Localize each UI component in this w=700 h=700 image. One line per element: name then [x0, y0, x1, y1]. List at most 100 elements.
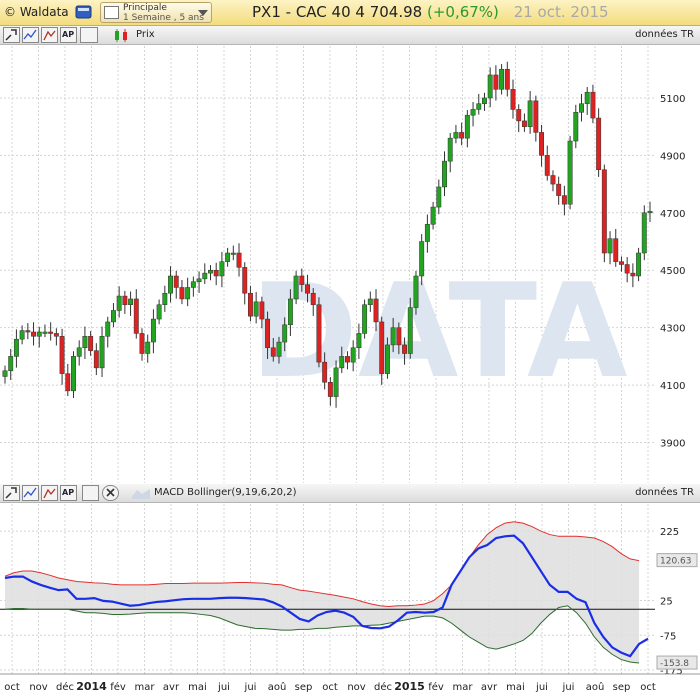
date-label: 21 oct. 2015: [513, 3, 609, 21]
macd-legend-label: MACD Bollinger(9,19,6,20,2): [154, 487, 297, 498]
zoom-tool-icon[interactable]: [3, 485, 20, 501]
price-candle-body: [453, 132, 459, 139]
price-candle-body: [128, 298, 134, 305]
price-candle-body: [647, 211, 653, 214]
price-candle-body: [596, 117, 602, 170]
price-ytick-label: 4300: [660, 324, 685, 335]
price-candle-body: [82, 336, 88, 349]
blank-box-icon[interactable]: [80, 27, 98, 43]
price-candle-body: [316, 304, 322, 363]
price-ytick-label: 3900: [660, 439, 685, 450]
price-candle-body: [8, 356, 14, 372]
price-candle-body: [539, 132, 544, 156]
candle-legend-icon: [115, 29, 127, 42]
price-chart[interactable]: DATA 3900 4100 4300 4500 4700 4900 5100: [0, 46, 700, 483]
price-candle-body: [88, 336, 94, 351]
x-tick-label: jui: [217, 682, 230, 693]
price-candle-body: [333, 367, 339, 397]
preset-selector[interactable]: Principale 1 Semaine , 5 ans: [100, 2, 212, 23]
price-candle-body: [339, 356, 345, 369]
zoom-tool-icon[interactable]: [3, 27, 20, 43]
auto-scale-icon[interactable]: AP: [60, 485, 77, 501]
price-candle-body: [636, 252, 642, 277]
price-candle-body: [424, 224, 430, 242]
price-candle-body: [419, 241, 425, 277]
price-candle-body: [350, 347, 356, 363]
price-candle-body: [65, 373, 71, 392]
price-candle-body: [116, 295, 122, 311]
price-candle-body: [156, 304, 162, 320]
price-candle-body: [402, 344, 408, 354]
x-tick-label: nov: [347, 682, 365, 693]
price-candle-body: [373, 298, 379, 323]
price-candle-body: [527, 100, 533, 127]
book-icon[interactable]: [75, 4, 93, 20]
price-candle-body: [230, 252, 236, 255]
price-candle-body: [493, 74, 499, 90]
price-candle-body: [470, 109, 476, 116]
price-candle-body: [601, 169, 607, 254]
price-candle-body: [367, 298, 373, 305]
price-candle-body: [208, 269, 213, 274]
price-label: 4 704.98: [355, 3, 423, 21]
price-candle-body: [356, 333, 362, 349]
price-candle-body: [236, 252, 242, 268]
x-tick-label: mai: [188, 682, 207, 693]
x-tick-label: aoû: [268, 681, 287, 693]
line-draw-icon[interactable]: [22, 27, 39, 43]
price-candle-body: [213, 269, 219, 277]
x-tick-label: déc: [374, 681, 392, 693]
line-draw-icon[interactable]: [22, 485, 39, 501]
price-candle-body: [76, 347, 82, 357]
price-candle-body: [413, 275, 419, 308]
price-candle-body: [499, 68, 505, 90]
chart-type-icon[interactable]: [41, 27, 58, 43]
price-candle-body: [590, 91, 596, 119]
blank-box-icon[interactable]: [82, 485, 99, 501]
price-candle-body: [59, 336, 65, 374]
chart-type-icon[interactable]: [41, 485, 58, 501]
price-candle-body: [607, 238, 613, 254]
price-candle-body: [122, 295, 128, 305]
price-candle-body: [259, 301, 265, 320]
lower-band-badge: -153.8: [660, 659, 689, 669]
price-candle-body: [265, 318, 271, 349]
price-candle-body: [253, 301, 259, 317]
price-candle-body: [150, 318, 156, 343]
price-candle-body: [630, 272, 636, 277]
x-tick-label: 2014: [76, 680, 107, 693]
price-candle-body: [282, 324, 288, 343]
price-candle-body: [464, 114, 470, 139]
svg-text:AP: AP: [62, 30, 74, 39]
price-candle-body: [533, 100, 539, 133]
price-candle-body: [105, 321, 111, 337]
price-candle-body: [145, 341, 151, 354]
macd-chart[interactable]: -175-7525225120.63-153.8 oct nov déc 2014 fé…: [0, 504, 700, 700]
x-tick-label: jui: [244, 682, 257, 693]
auto-scale-icon[interactable]: AP: [60, 27, 77, 43]
price-candle-body: [305, 284, 310, 294]
price-candle-body: [179, 287, 185, 300]
price-candle-body: [516, 109, 522, 122]
price-candle-body: [544, 155, 550, 176]
price-candle-body: [407, 307, 413, 354]
price-candle-body: [202, 272, 208, 280]
price-candle-body: [219, 261, 225, 277]
x-tick-label: mar: [453, 682, 474, 693]
close-panel-icon[interactable]: [102, 485, 119, 501]
price-candle-body: [71, 356, 76, 392]
price-candle-body: [504, 68, 510, 90]
x-tick-label: jui: [562, 682, 575, 693]
macd-ytick-label: 25: [660, 597, 673, 608]
price-candle-body: [287, 298, 293, 326]
price-candle-body: [168, 275, 173, 294]
price-candle-body: [185, 287, 191, 300]
x-tick-label: oct: [322, 682, 338, 693]
price-candle-body: [111, 310, 116, 323]
preset-icon: [104, 6, 119, 19]
price-candle-body: [561, 195, 567, 205]
price-candle-body: [173, 275, 179, 288]
price-candle-body: [242, 267, 248, 294]
price-candle-body: [270, 347, 276, 357]
price-candle-body: [379, 321, 385, 374]
